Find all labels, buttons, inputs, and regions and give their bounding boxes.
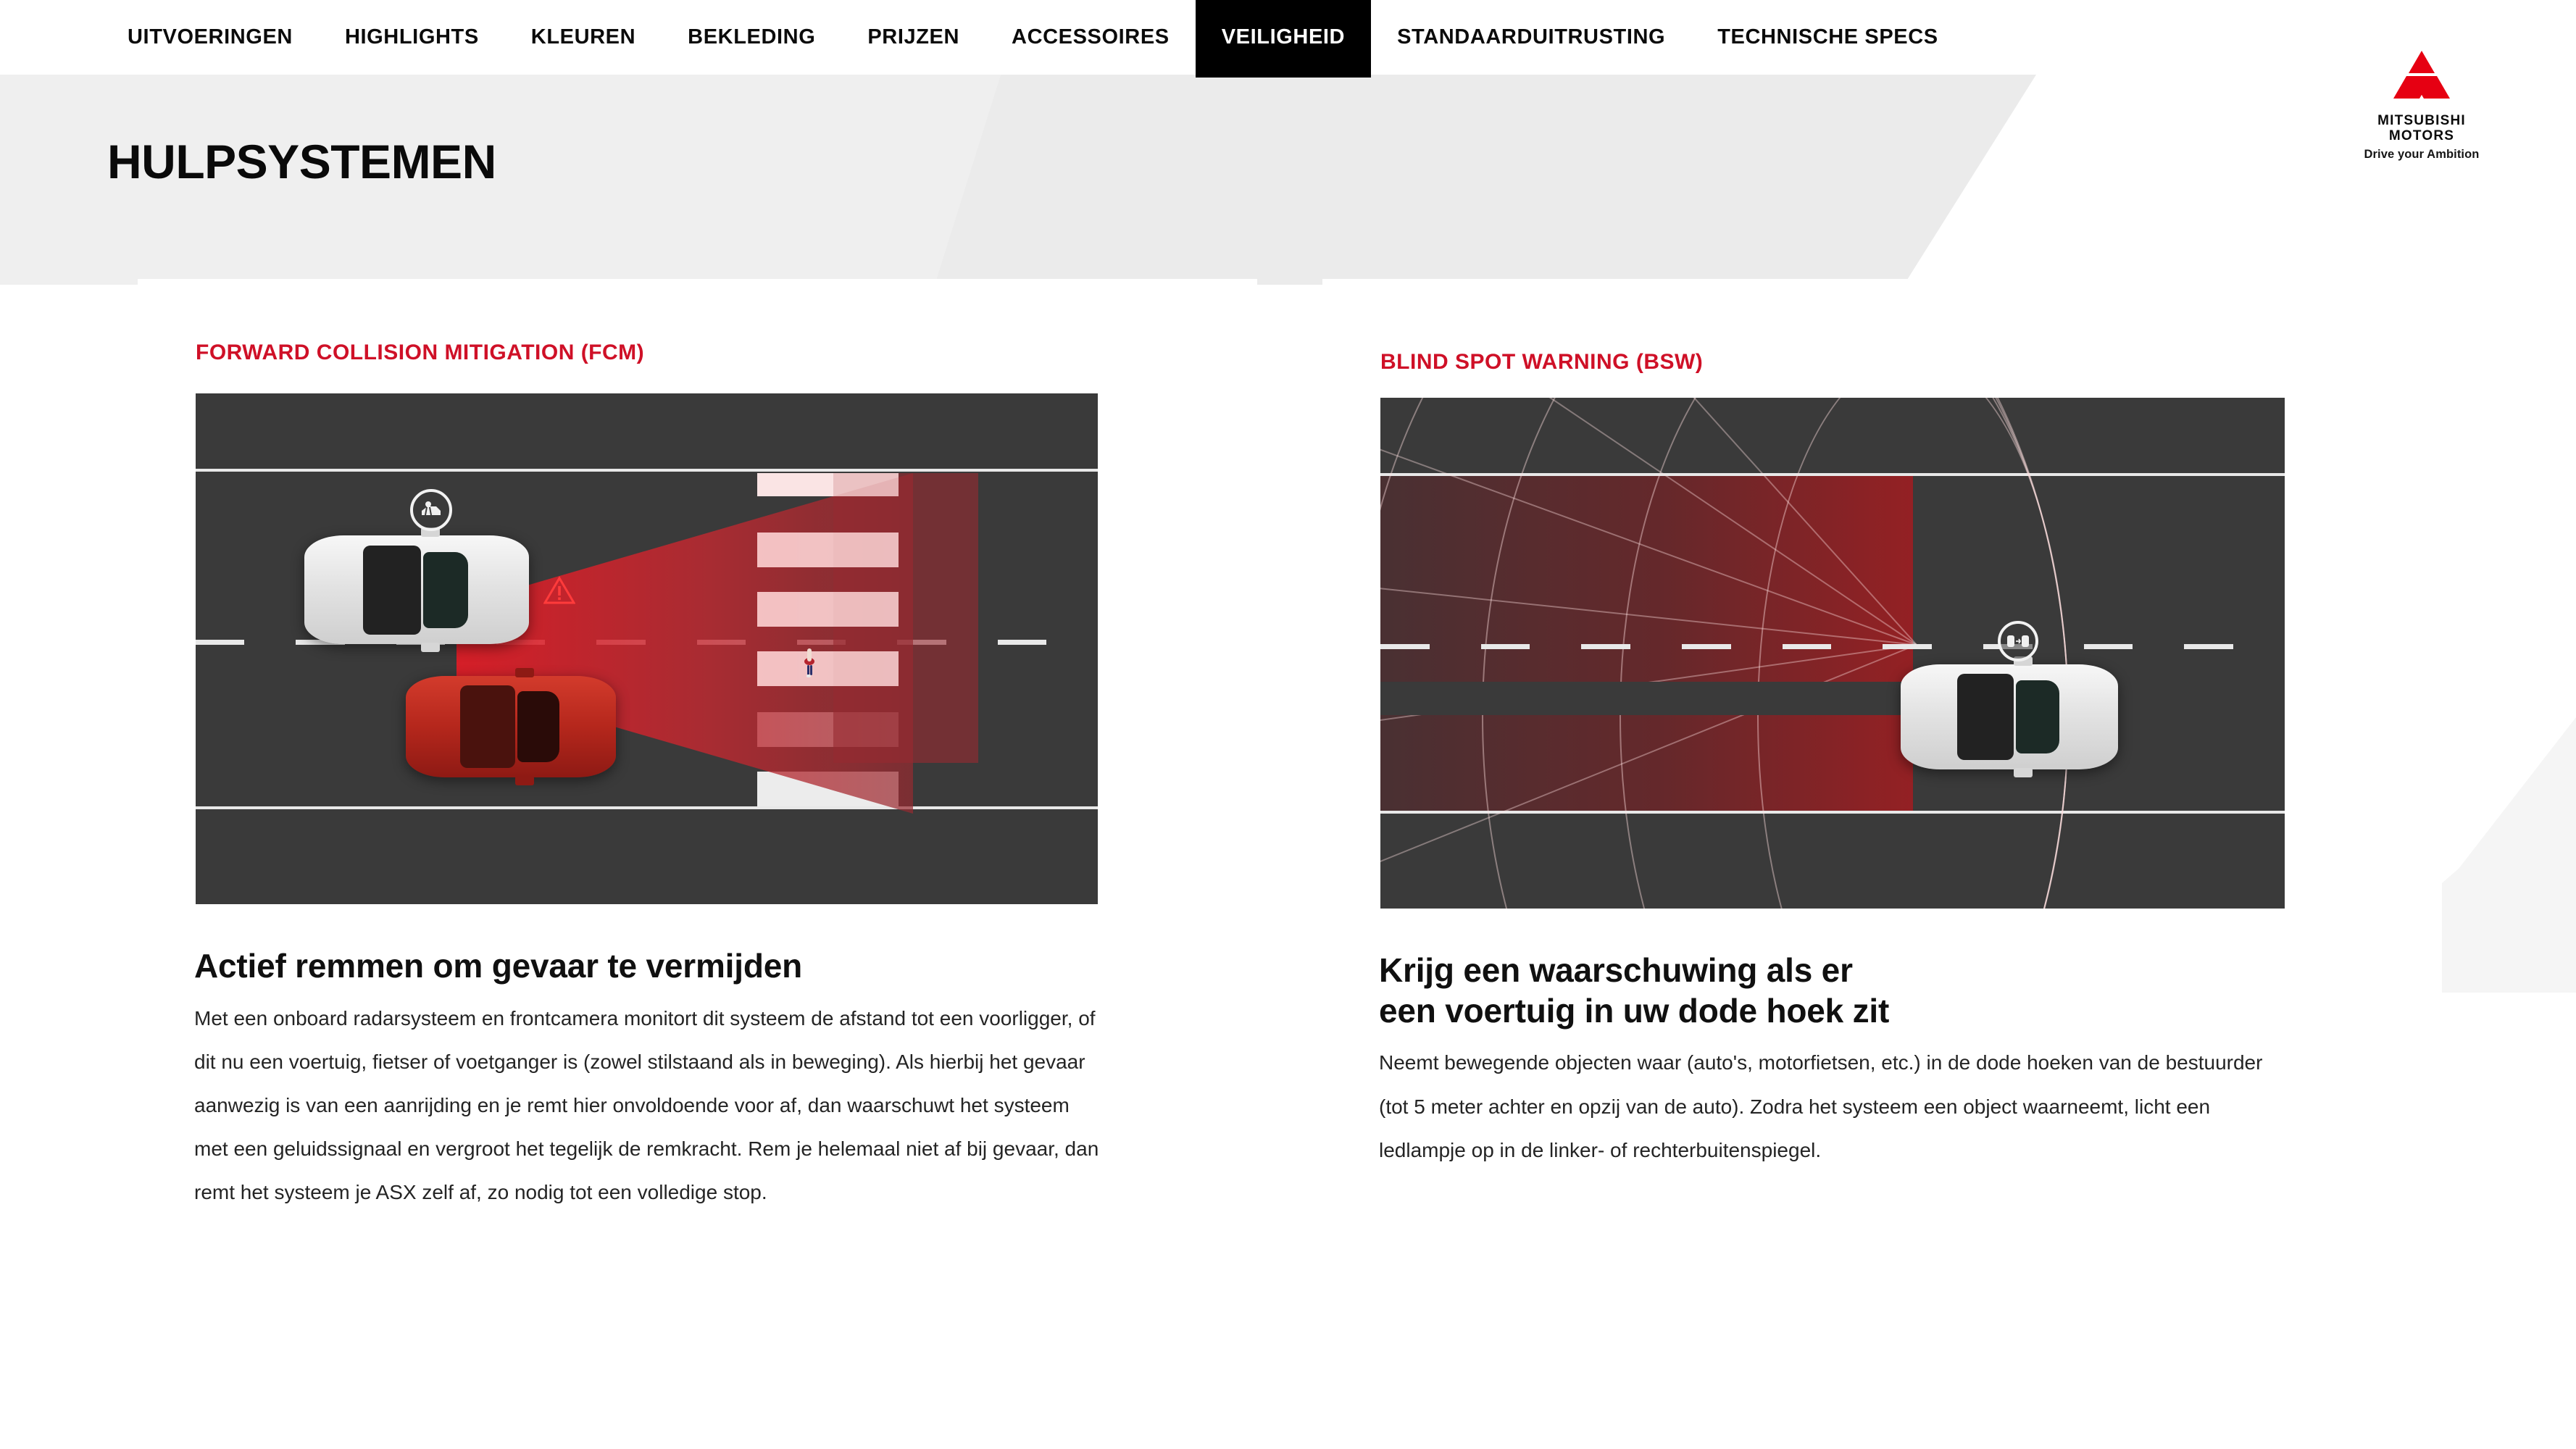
page-root: UITVOERINGEN HIGHLIGHTS KLEUREN BEKLEDIN… (0, 0, 2576, 1449)
car-roof (362, 545, 422, 635)
car-windshield (423, 551, 469, 628)
page-title: HULPSYSTEMEN (107, 135, 496, 188)
nav-item-uitvoeringen[interactable]: UITVOERINGEN (101, 0, 319, 75)
mitsubishi-three-diamonds-icon (2393, 51, 2450, 99)
nav-item-accessoires[interactable]: ACCESSOIRES (985, 0, 1196, 75)
car-mirror-left (514, 668, 534, 677)
car-roof (1957, 674, 2014, 760)
card-heading-fcm: Actief remmen om gevaar te vermijden (194, 947, 803, 985)
road-edge-top (196, 469, 1098, 472)
crosswalk-stripe-highlighted (757, 651, 899, 686)
nav-item-bekleding[interactable]: BEKLEDING (662, 0, 841, 75)
brand-name-line-1: MITSUBISHI (2377, 113, 2466, 128)
car-windshield (517, 691, 559, 762)
nav-item-prijzen[interactable]: PRIJZEN (841, 0, 985, 75)
nav-item-standaarduitrusting[interactable]: STANDAARDUITRUSTING (1371, 0, 1691, 75)
card-kicker-bsw: BLIND SPOT WARNING (BSW) (1380, 350, 1704, 374)
car-mirror-right (514, 776, 534, 785)
pedestrian-icon (804, 648, 814, 677)
other-vehicle (406, 668, 616, 785)
nav-item-kleuren[interactable]: KLEUREN (505, 0, 662, 75)
card-forward-collision-mitigation: FORWARD COLLISION MITIGATION (FCM) Actie… (138, 279, 1257, 1315)
card-blind-spot-warning: BLIND SPOT WARNING (BSW) Krijg een waars… (1322, 279, 2442, 1315)
nav-item-highlights[interactable]: HIGHLIGHTS (319, 0, 505, 75)
ego-vehicle (1901, 656, 2118, 777)
nav-item-veiligheid[interactable]: VEILIGHEID (1195, 0, 1372, 75)
blind-spot-warning-icon (2007, 635, 2029, 647)
crosswalk-stripe-highlighted (757, 592, 899, 627)
navigation-list: UITVOERINGEN HIGHLIGHTS KLEUREN BEKLEDIN… (0, 0, 2576, 75)
card-heading-bsw-line-2: een voertuig in uw dode hoek zit (1379, 991, 1890, 1030)
fcm-illustration (196, 393, 1098, 904)
nav-item-technische-specs[interactable]: TECHNISCHE SPECS (1691, 0, 1964, 75)
car-mirror-right (421, 643, 441, 652)
ego-vehicle (304, 527, 529, 652)
crosswalk-stripe-highlighted (757, 473, 899, 496)
card-kicker-fcm: FORWARD COLLISION MITIGATION (FCM) (196, 341, 645, 364)
car-windshield (2016, 680, 2059, 754)
card-heading-bsw: Krijg een waarschuwing als er een voertui… (1379, 951, 2442, 1031)
pedestrian-detection-icon (422, 501, 441, 516)
car-mirror-right (2014, 768, 2033, 777)
mitsubishi-logo[interactable]: MITSUBISHI MOTORS Drive your Ambition (2353, 49, 2490, 162)
card-body-bsw: Neemt bewegende objecten waar (auto's, m… (1379, 1051, 2263, 1161)
crosswalk-stripe-highlighted (757, 533, 899, 567)
blind-spot-warning-badge (1998, 621, 2038, 661)
car-roof (460, 685, 515, 769)
bsw-illustration (1380, 398, 2285, 909)
card-heading-bsw-line-1: Krijg een waarschuwing als er (1379, 951, 1853, 989)
brand-name-line-2: MOTORS (2388, 128, 2455, 144)
diagonal-band-secondary (935, 75, 2036, 285)
lane-gap-strip (1380, 682, 1913, 715)
road-edge-bottom (196, 806, 1098, 809)
main-navigation: UITVOERINGEN HIGHLIGHTS KLEUREN BEKLEDIN… (0, 0, 2576, 75)
warning-triangle-icon (543, 576, 575, 604)
brand-tagline: Drive your Ambition (2364, 147, 2480, 161)
pedestrian-detection-badge (410, 489, 452, 531)
radar-arc (1380, 398, 2069, 909)
lane-divider-dashes (1380, 644, 2285, 649)
card-body-fcm: Met een onboard radarsysteem en frontcam… (194, 1006, 1099, 1204)
